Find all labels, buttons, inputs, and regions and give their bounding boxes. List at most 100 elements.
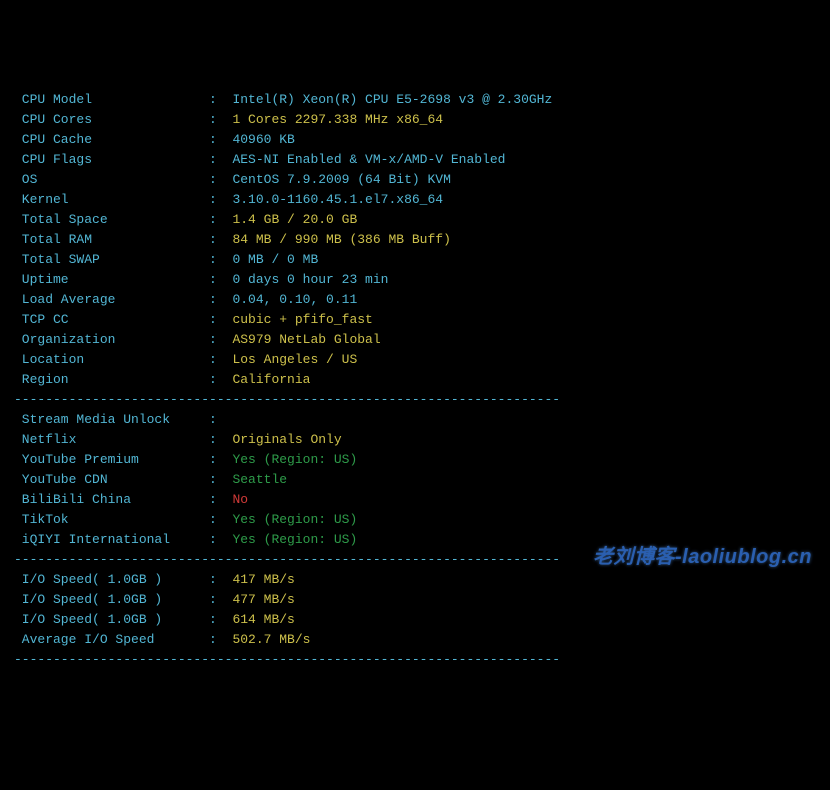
info-row: iQIYI International : Yes (Region: US) — [14, 530, 816, 550]
row-value: CentOS 7.9.2009 (64 Bit) KVM — [232, 170, 450, 190]
row-colon: : — [209, 350, 232, 370]
info-row: Total Space : 1.4 GB / 20.0 GB — [14, 210, 816, 230]
row-value: 0 days 0 hour 23 min — [232, 270, 388, 290]
row-colon: : — [209, 610, 232, 630]
row-value: Yes (Region: US) — [232, 450, 357, 470]
row-colon: : — [209, 170, 232, 190]
info-row: CPU Cache : 40960 KB — [14, 130, 816, 150]
row-value: Intel(R) Xeon(R) CPU E5-2698 v3 @ 2.30GH… — [232, 90, 552, 110]
row-value: 614 MB/s — [232, 610, 294, 630]
row-label: Kernel — [14, 190, 209, 210]
row-value: California — [232, 370, 310, 390]
info-row: CPU Flags : AES-NI Enabled & VM-x/AMD-V … — [14, 150, 816, 170]
row-colon: : — [209, 230, 232, 250]
info-row: Uptime : 0 days 0 hour 23 min — [14, 270, 816, 290]
row-label: I/O Speed( 1.0GB ) — [14, 610, 209, 630]
row-value: 502.7 MB/s — [232, 630, 310, 650]
terminal-output: CPU Model : Intel(R) Xeon(R) CPU E5-2698… — [14, 90, 816, 670]
row-label: I/O Speed( 1.0GB ) — [14, 590, 209, 610]
row-colon: : — [209, 470, 232, 490]
info-row: Organization : AS979 NetLab Global — [14, 330, 816, 350]
row-value: AS979 NetLab Global — [232, 330, 380, 350]
row-label: Netflix — [14, 430, 209, 450]
row-value: Los Angeles / US — [232, 350, 357, 370]
info-row: YouTube Premium : Yes (Region: US) — [14, 450, 816, 470]
row-label: Organization — [14, 330, 209, 350]
row-label: Uptime — [14, 270, 209, 290]
row-value: 1 Cores 2297.338 MHz x86_64 — [232, 110, 443, 130]
row-colon: : — [209, 530, 232, 550]
info-row: Region : California — [14, 370, 816, 390]
row-value: Originals Only — [232, 430, 341, 450]
row-colon: : — [209, 570, 232, 590]
row-value: Yes (Region: US) — [232, 510, 357, 530]
row-label: iQIYI International — [14, 530, 209, 550]
row-colon: : — [209, 250, 232, 270]
info-row: Total RAM : 84 MB / 990 MB (386 MB Buff) — [14, 230, 816, 250]
row-colon: : — [209, 90, 232, 110]
row-value: 417 MB/s — [232, 570, 294, 590]
info-row: CPU Cores : 1 Cores 2297.338 MHz x86_64 — [14, 110, 816, 130]
row-label: CPU Cores — [14, 110, 209, 130]
row-colon: : — [209, 290, 232, 310]
info-row: I/O Speed( 1.0GB ) : 417 MB/s — [14, 570, 816, 590]
row-value: cubic + pfifo_fast — [232, 310, 372, 330]
row-value: Seattle — [232, 470, 287, 490]
row-label: BiliBili China — [14, 490, 209, 510]
info-row: I/O Speed( 1.0GB ) : 614 MB/s — [14, 610, 816, 630]
info-row: Load Average : 0.04, 0.10, 0.11 — [14, 290, 816, 310]
row-label: Average I/O Speed — [14, 630, 209, 650]
info-row: I/O Speed( 1.0GB ) : 477 MB/s — [14, 590, 816, 610]
section-header: Stream Media Unlock — [14, 410, 209, 430]
row-colon: : — [209, 310, 232, 330]
row-colon: : — [209, 370, 232, 390]
row-label: Total SWAP — [14, 250, 209, 270]
row-value: 3.10.0-1160.45.1.el7.x86_64 — [232, 190, 443, 210]
row-colon: : — [209, 130, 232, 150]
row-label: I/O Speed( 1.0GB ) — [14, 570, 209, 590]
row-label: CPU Cache — [14, 130, 209, 150]
separator: ----------------------------------------… — [14, 550, 816, 570]
row-value: AES-NI Enabled & VM-x/AMD-V Enabled — [232, 150, 505, 170]
row-colon: : — [209, 450, 232, 470]
row-colon: : — [209, 150, 232, 170]
info-row: Netflix : Originals Only — [14, 430, 816, 450]
row-label: YouTube Premium — [14, 450, 209, 470]
separator: ----------------------------------------… — [14, 390, 816, 410]
info-row: YouTube CDN : Seattle — [14, 470, 816, 490]
row-value: No — [232, 490, 248, 510]
info-row: Average I/O Speed : 502.7 MB/s — [14, 630, 816, 650]
row-value: 0.04, 0.10, 0.11 — [232, 290, 357, 310]
row-label: CPU Flags — [14, 150, 209, 170]
row-value: 0 MB / 0 MB — [232, 250, 318, 270]
row-colon: : — [209, 330, 232, 350]
row-colon: : — [209, 490, 232, 510]
info-row: BiliBili China : No — [14, 490, 816, 510]
info-row: Kernel : 3.10.0-1160.45.1.el7.x86_64 — [14, 190, 816, 210]
row-label: TikTok — [14, 510, 209, 530]
row-colon: : — [209, 590, 232, 610]
row-colon: : — [209, 430, 232, 450]
separator: ----------------------------------------… — [14, 650, 816, 670]
row-label: OS — [14, 170, 209, 190]
row-colon: : — [209, 110, 232, 130]
row-label: Location — [14, 350, 209, 370]
row-colon: : — [209, 270, 232, 290]
row-value: 40960 KB — [232, 130, 294, 150]
row-colon: : — [209, 510, 232, 530]
row-label: Load Average — [14, 290, 209, 310]
info-row: Total SWAP : 0 MB / 0 MB — [14, 250, 816, 270]
row-label: YouTube CDN — [14, 470, 209, 490]
info-row: OS : CentOS 7.9.2009 (64 Bit) KVM — [14, 170, 816, 190]
row-label: Total RAM — [14, 230, 209, 250]
info-row: Location : Los Angeles / US — [14, 350, 816, 370]
info-row: TCP CC : cubic + pfifo_fast — [14, 310, 816, 330]
info-row: TikTok : Yes (Region: US) — [14, 510, 816, 530]
row-label: Region — [14, 370, 209, 390]
row-colon: : — [209, 630, 232, 650]
row-colon: : — [209, 210, 232, 230]
row-value: 84 MB / 990 MB (386 MB Buff) — [232, 230, 450, 250]
row-value: 477 MB/s — [232, 590, 294, 610]
row-colon: : — [209, 190, 232, 210]
row-value: 1.4 GB / 20.0 GB — [232, 210, 357, 230]
